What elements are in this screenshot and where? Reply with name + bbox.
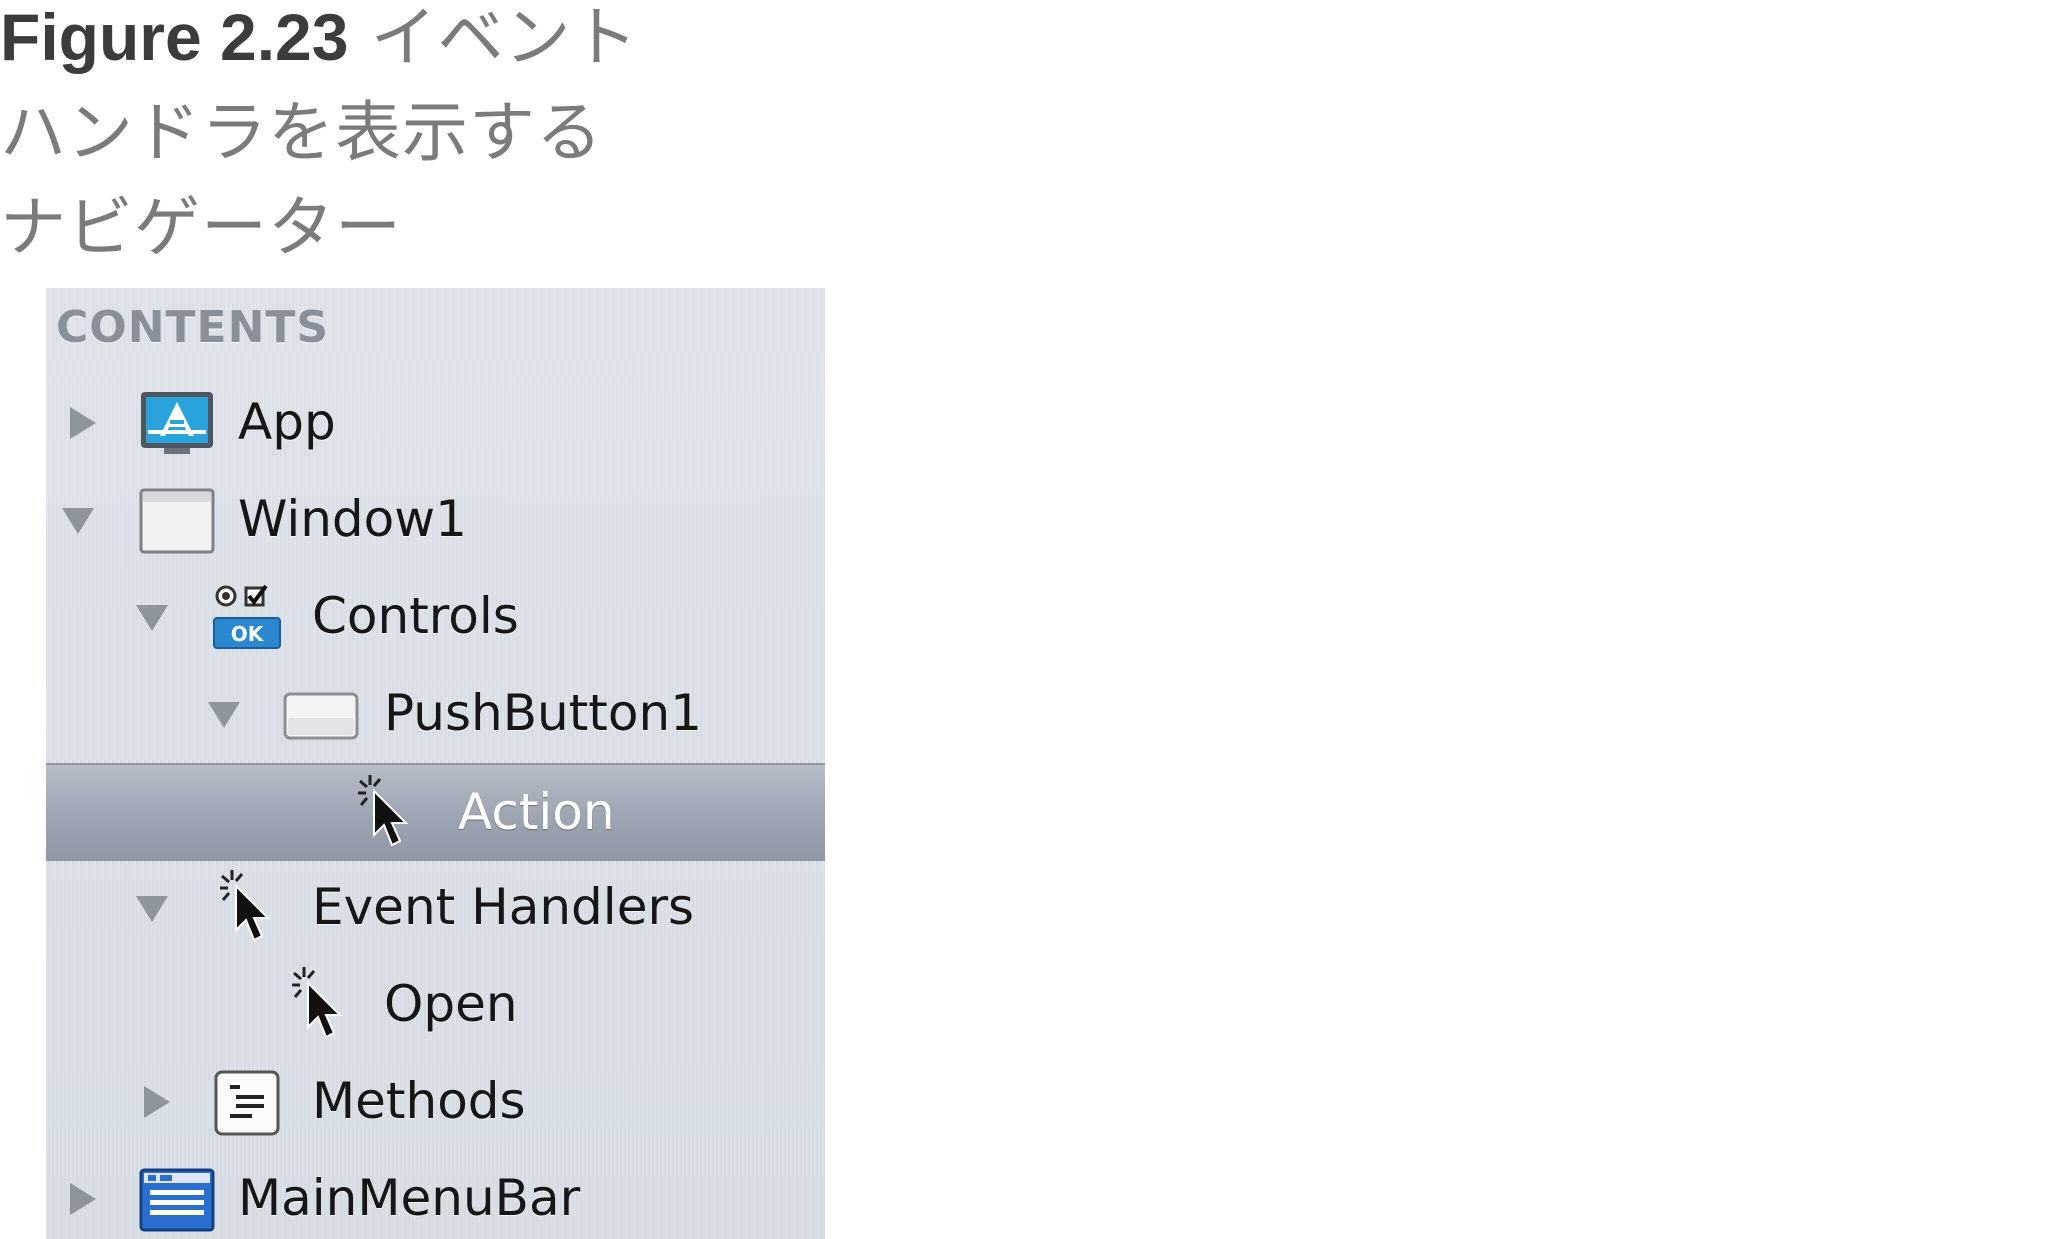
caption-line-2: ハンドラを表示する	[0, 94, 603, 171]
tree-label-open: Open	[384, 975, 518, 1033]
tree-label-mainmenubar: MainMenuBar	[238, 1169, 581, 1227]
disclosure-collapsed-icon[interactable]	[60, 1177, 104, 1221]
app-icon	[138, 390, 216, 458]
figure-caption: Figure 2.23 イベント ハンドラを表示する ナビゲーター	[0, 0, 760, 275]
event-cursor-icon	[356, 773, 416, 853]
tree-row-open[interactable]: Open	[46, 957, 825, 1053]
figure-number: Figure 2.23	[0, 0, 349, 74]
caption-line-3: ナビゲーター	[0, 189, 402, 266]
disclosure-expanded-icon[interactable]	[130, 595, 174, 639]
window-icon	[138, 487, 216, 555]
caption-line-1: Figure 2.23 イベント	[0, 0, 760, 85]
tree-row-app[interactable]: App	[46, 375, 825, 471]
tree-label-window1: Window1	[238, 490, 467, 548]
event-cursor-icon	[290, 965, 350, 1045]
tree-label-event-handlers: Event Handlers	[312, 878, 695, 936]
tree-row-window1[interactable]: Window1	[46, 472, 825, 568]
svg-text:OK: OK	[231, 622, 265, 646]
methods-icon	[212, 1069, 290, 1137]
menubar-icon	[138, 1166, 216, 1234]
tree-label-pushbutton1: PushButton1	[384, 684, 702, 742]
disclosure-collapsed-icon[interactable]	[134, 1080, 178, 1124]
event-cursor-icon	[218, 868, 278, 948]
tree-row-action[interactable]: Action	[46, 763, 825, 861]
tree-label-app: App	[238, 393, 336, 451]
controls-icon: OK	[212, 584, 290, 652]
pushbutton-icon	[282, 688, 360, 744]
disclosure-expanded-icon[interactable]	[130, 886, 174, 930]
tree-row-pushbutton1[interactable]: PushButton1	[46, 666, 825, 762]
tree-row-methods[interactable]: Methods	[46, 1054, 825, 1150]
tree-row-event-handlers[interactable]: Event Handlers	[46, 860, 825, 956]
tree-row-controls[interactable]: OK Controls	[46, 569, 825, 665]
contents-header: CONTENTS	[56, 302, 330, 353]
navigator-panel: CONTENTS App Window1 OK Controls PushBut…	[46, 288, 825, 1239]
tree-label-controls: Controls	[312, 587, 519, 645]
tree-row-mainmenubar[interactable]: MainMenuBar	[46, 1151, 825, 1239]
disclosure-expanded-icon[interactable]	[202, 692, 246, 736]
tree-label-action: Action	[458, 783, 615, 841]
tree-label-methods: Methods	[312, 1072, 526, 1130]
caption-text-1: イベント	[370, 0, 639, 76]
disclosure-expanded-icon[interactable]	[56, 498, 100, 542]
disclosure-collapsed-icon[interactable]	[60, 401, 104, 445]
